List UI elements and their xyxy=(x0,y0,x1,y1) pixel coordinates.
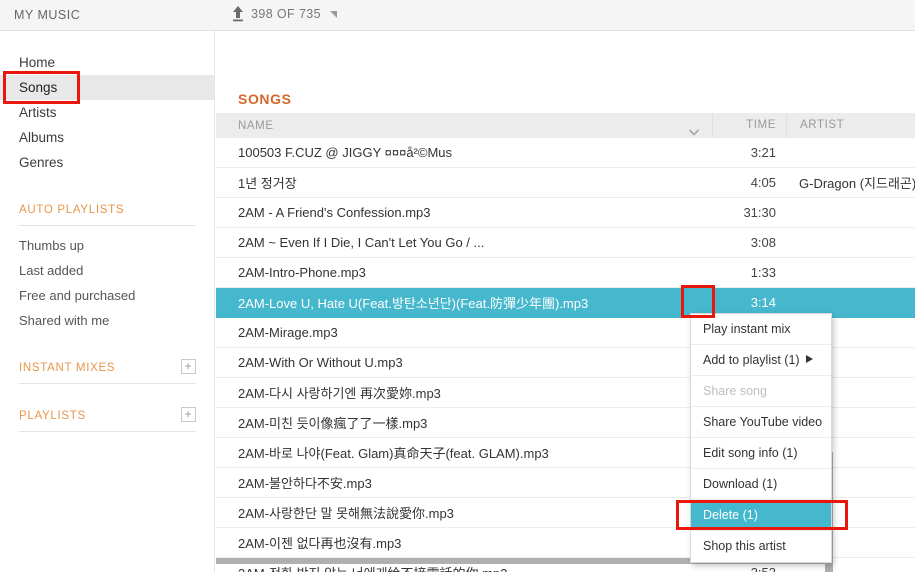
upload-count-label: 398 OF 735 xyxy=(251,7,322,21)
page-title: SONGS xyxy=(238,91,292,107)
song-time-cell: 3:53 xyxy=(712,565,786,572)
sidebar-item-free-and-purchased[interactable]: Free and purchased xyxy=(0,283,214,308)
song-name-cell: 1년 정거장 xyxy=(238,176,297,191)
triangle-down-icon[interactable] xyxy=(327,10,338,19)
auto-playlists-label: AUTO PLAYLISTS xyxy=(19,204,125,216)
song-time-cell: 3:08 xyxy=(750,235,776,250)
context-menu-item[interactable]: Share YouTube video xyxy=(691,407,831,438)
column-header-name[interactable]: NAME xyxy=(216,119,712,136)
upload-arrow-icon xyxy=(231,5,245,23)
sidebar-item-genres[interactable]: Genres xyxy=(0,150,214,175)
context-menu-item[interactable]: Edit song info (1) xyxy=(691,438,831,469)
context-menu-item: Share song xyxy=(691,376,831,407)
instant-mixes-heading: INSTANT MIXES + xyxy=(0,359,214,384)
chevron-down-icon[interactable] xyxy=(686,124,702,143)
playlist-empty-marker: · xyxy=(19,414,23,425)
column-header-time[interactable]: TIME xyxy=(712,113,786,138)
sidebar-item-songs[interactable]: Songs xyxy=(0,75,214,100)
playlists-heading: PLAYLISTS + xyxy=(0,407,214,432)
divider xyxy=(19,431,196,432)
sidebar-item-shared-with-me[interactable]: Shared with me xyxy=(0,308,214,333)
context-menu-item[interactable]: Delete (1) xyxy=(691,500,831,531)
song-name-cell: 2AM-Mirage.mp3 xyxy=(238,325,338,340)
song-artist-cell: G-Dragon (지드래곤) xyxy=(799,176,915,191)
column-header-artist[interactable]: ARTIST xyxy=(786,113,915,138)
sidebar-item-last-added[interactable]: Last added xyxy=(0,258,214,283)
song-name-cell: 2AM-With Or Without U.mp3 xyxy=(238,355,403,370)
app-brand-title: MY MUSIC xyxy=(14,8,81,22)
song-time-cell: 4:05 xyxy=(750,175,776,190)
instant-mixes-label: INSTANT MIXES xyxy=(19,362,116,374)
song-name-cell: 2AM-사랑한단 말 못해無法說愛你.mp3 xyxy=(238,506,454,521)
table-row[interactable]: 2AM - A Friend's Confession.mp3 31:30 xyxy=(216,198,915,228)
top-bar: MY MUSIC 398 OF 735 xyxy=(0,0,915,31)
context-menu-item-label: Shop this artist xyxy=(703,539,786,553)
music-app-window: MY MUSIC 398 OF 735 Home Songs Artists A… xyxy=(0,0,915,572)
song-name-cell: 2AM-이젠 없다再也沒有.mp3 xyxy=(238,536,402,551)
context-menu-item[interactable]: Shop this artist xyxy=(691,531,831,562)
upload-status-group[interactable]: 398 OF 735 xyxy=(231,5,338,23)
context-menu-item-label: Add to playlist (1) xyxy=(703,353,800,367)
sidebar: Home Songs Artists Albums Genres AUTO PL… xyxy=(0,31,215,572)
column-header-name-label: NAME xyxy=(238,119,274,132)
song-time-cell: 3:21 xyxy=(750,145,776,160)
song-name-cell: 2AM-Love U, Hate U(Feat.방탄소년단)(Feat.防彈少年… xyxy=(238,296,589,311)
song-time-cell: 3:14 xyxy=(750,295,776,310)
song-name-cell: 2AM-불안하다不安.mp3 xyxy=(238,476,372,491)
context-menu-item-label: Share YouTube video xyxy=(703,415,823,429)
context-menu-item[interactable]: Play instant mix xyxy=(691,314,831,345)
context-menu-item-label: Play instant mix xyxy=(703,322,791,336)
song-name-cell: 100503 F.CUZ @ JIGGY ¤¤¤å²©Mus xyxy=(238,145,453,160)
song-name-cell: 2AM ~ Even If I Die, I Can't Let You Go … xyxy=(238,235,485,250)
auto-playlists-list: Thumbs up Last added Free and purchased … xyxy=(0,233,214,333)
sidebar-item-albums[interactable]: Albums xyxy=(0,125,214,150)
song-name-cell: 2AM - A Friend's Confession.mp3 xyxy=(238,205,431,220)
auto-playlists-heading: AUTO PLAYLISTS xyxy=(0,201,214,226)
sidebar-item-home[interactable]: Home xyxy=(0,50,214,75)
table-row[interactable]: 2AM-Intro-Phone.mp3 1:33 xyxy=(216,258,915,288)
context-menu-item[interactable]: Add to playlist (1) xyxy=(691,345,831,376)
context-menu-item-label: Edit song info (1) xyxy=(703,446,798,460)
table-row[interactable]: 2AM ~ Even If I Die, I Can't Let You Go … xyxy=(216,228,915,258)
context-menu-item[interactable]: Download (1) xyxy=(691,469,831,500)
triangle-right-icon xyxy=(805,345,814,376)
context-menu-item-label: Download (1) xyxy=(703,477,778,491)
song-time-cell: 31:30 xyxy=(743,205,776,220)
song-name-cell: 2AM-바로 나야(Feat. Glam)真命天子(feat. GLAM).mp… xyxy=(238,446,549,461)
sidebar-item-thumbs-up[interactable]: Thumbs up xyxy=(0,233,214,258)
song-name-cell: 2AM-미친 듯이像瘋了了一樣.mp3 xyxy=(238,416,428,431)
add-instant-mix-button[interactable]: + xyxy=(181,359,196,374)
playlists-label: PLAYLISTS xyxy=(19,410,86,422)
song-context-menu: Play instant mix Add to playlist (1) Share… xyxy=(690,313,832,563)
table-row[interactable]: 1년 정거장 4:05 G-Dragon (지드래곤) xyxy=(216,168,915,198)
table-row[interactable]: 100503 F.CUZ @ JIGGY ¤¤¤å²©Mus 3:21 xyxy=(216,138,915,168)
context-menu-item-label: Share song xyxy=(703,384,767,398)
song-name-cell: 2AM-다시 사랑하기엔 再次愛妳.mp3 xyxy=(238,386,441,401)
table-header-row: NAME TIME ARTIST xyxy=(216,113,915,138)
song-time-cell: 1:33 xyxy=(750,265,776,280)
add-playlist-button[interactable]: + xyxy=(181,407,196,422)
song-name-cell: 2AM-Intro-Phone.mp3 xyxy=(238,265,366,280)
context-menu-item-label: Delete (1) xyxy=(703,508,758,522)
sidebar-item-artists[interactable]: Artists xyxy=(0,100,214,125)
divider xyxy=(19,383,196,384)
divider xyxy=(19,225,196,226)
song-name-cell: 2AM-전화 받지 않는 너에게给不接電話的你.mp3 xyxy=(216,563,712,572)
